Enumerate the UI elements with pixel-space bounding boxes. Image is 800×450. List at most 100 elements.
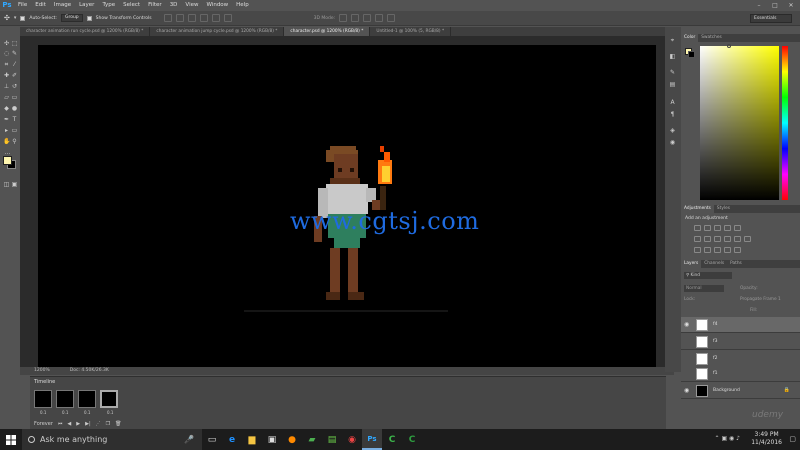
tab-channels[interactable]: Channels (701, 260, 727, 268)
windows-start-button[interactable] (0, 429, 22, 450)
menu-edit[interactable]: Edit (31, 0, 50, 11)
menu-3d[interactable]: 3D (166, 0, 182, 11)
align-left-icon[interactable] (199, 14, 208, 22)
color-picker-field[interactable] (700, 46, 779, 200)
frame-thumbnail-selected[interactable] (100, 390, 118, 408)
eyedropper-icon[interactable]: ⁄ (11, 61, 18, 68)
tool-preset-chevron-icon[interactable]: ▾ (14, 15, 17, 21)
levels-icon[interactable] (704, 225, 711, 231)
frame-thumbnail[interactable] (78, 390, 96, 408)
brush-panel-icon[interactable]: ✎ (669, 69, 676, 76)
posterize-icon[interactable] (704, 247, 711, 253)
notifications-icon[interactable]: ▢ (789, 435, 796, 443)
visibility-eye-icon[interactable]: ◉ (684, 321, 689, 328)
delete-frame-icon[interactable]: 🗑 (115, 421, 121, 427)
photoshop-taskbar-icon[interactable]: Ps (362, 429, 382, 450)
close-icon[interactable]: ✕ (784, 0, 798, 11)
minimize-icon[interactable]: – (752, 0, 766, 11)
menu-type[interactable]: Type (98, 0, 119, 11)
first-frame-icon[interactable]: ⏮ (58, 421, 63, 427)
hue-sat-icon[interactable] (694, 236, 701, 242)
layer-row[interactable]: f3 (681, 334, 800, 350)
crop-tool-icon[interactable]: ⌗ (3, 61, 10, 68)
move-tool-icon[interactable]: ✣ (4, 14, 10, 22)
photos-icon[interactable]: ▰ (302, 429, 322, 450)
tab-run-cycle[interactable]: character animation run cycle.psd @ 1200… (20, 27, 151, 36)
lasso-tool-icon[interactable]: ◌ (3, 50, 10, 57)
chrome-icon[interactable]: ◉ (342, 429, 362, 450)
prev-frame-icon[interactable]: ◀ (67, 421, 71, 427)
layer-row[interactable]: f1 (681, 366, 800, 382)
color-picker-cursor[interactable] (727, 44, 731, 48)
menu-layer[interactable]: Layer (75, 0, 98, 11)
frame-thumbnail[interactable] (56, 390, 74, 408)
frame-delay[interactable]: 0.1 (107, 410, 113, 415)
layer-row-background[interactable]: ◉ Background 🔒 (681, 383, 800, 399)
firefox-icon[interactable]: ● (282, 429, 302, 450)
path-select-icon[interactable]: ▸ (3, 127, 10, 134)
brush-tool-icon[interactable]: ✐ (11, 72, 18, 79)
layer-name[interactable]: f1 (713, 371, 717, 376)
layer-filter-kind[interactable]: ⚲ Kind (684, 272, 732, 279)
layer-name[interactable]: f4 (713, 322, 717, 327)
shape-tool-icon[interactable]: ▭ (11, 127, 18, 134)
tab-paths[interactable]: Paths (727, 260, 745, 268)
cortana-search[interactable]: Ask me anything 🎤 (22, 429, 202, 450)
brightness-icon[interactable] (694, 225, 701, 231)
quick-select-icon[interactable]: ✎ (11, 50, 18, 57)
spreadsheet-app-icon[interactable]: ▤ (322, 429, 342, 450)
dodge-tool-icon[interactable]: ● (11, 105, 18, 112)
channel-mixer-icon[interactable] (734, 236, 741, 242)
history-brush-icon[interactable]: ↺ (11, 83, 18, 90)
maximize-icon[interactable]: □ (768, 0, 782, 11)
align-hcenter-icon[interactable] (211, 14, 220, 22)
foreground-color-swatch[interactable] (3, 156, 12, 165)
history-panel-icon[interactable]: ⌖ (669, 37, 676, 44)
tab-jump-cycle[interactable]: character animation jump cycle.psd @ 120… (150, 27, 285, 36)
zoom-tool-icon[interactable]: ⚲ (11, 138, 18, 145)
layer-name[interactable]: f2 (713, 356, 717, 361)
camtasia-icon[interactable]: C (382, 429, 402, 450)
align-right-icon[interactable] (223, 14, 232, 22)
3d-roll-icon[interactable] (351, 14, 360, 22)
tab-swatches[interactable]: Swatches (698, 34, 725, 42)
blur-tool-icon[interactable]: ◆ (3, 105, 10, 112)
microphone-icon[interactable]: 🎤 (184, 435, 194, 444)
file-explorer-icon[interactable]: ▆ (242, 429, 262, 450)
system-clock[interactable]: 3:49 PM 11/4/2016 (751, 431, 782, 447)
character-panel-icon[interactable]: A (669, 99, 676, 106)
hand-tool-icon[interactable]: ✋ (3, 138, 10, 145)
tab-layers[interactable]: Layers (681, 260, 702, 268)
tray-icons[interactable]: ⌃ ▣ ◉ ♪ (715, 435, 740, 442)
quick-mask-icon[interactable]: ◫ (3, 181, 10, 188)
layer-row[interactable]: f2 (681, 351, 800, 367)
layer-name[interactable]: f3 (713, 339, 717, 344)
play-icon[interactable]: ▶ (76, 421, 80, 427)
marquee-tool-icon[interactable]: ⬚ (11, 40, 18, 47)
3d-rotate-icon[interactable] (339, 14, 348, 22)
eraser-tool-icon[interactable]: ▱ (3, 94, 10, 101)
menu-file[interactable]: File (14, 0, 31, 11)
next-frame-icon[interactable]: ▶| (85, 421, 91, 427)
measurement-icon[interactable]: ◉ (669, 139, 676, 146)
healing-brush-icon[interactable]: ✚ (3, 72, 10, 79)
store-icon[interactable]: ▣ (262, 429, 282, 450)
threshold-icon[interactable] (714, 247, 721, 253)
invert-icon[interactable] (694, 247, 701, 253)
vibrance-icon[interactable] (734, 225, 741, 231)
workspace-switcher[interactable]: Essentials (750, 14, 792, 23)
layer-name[interactable]: Background (713, 388, 740, 393)
edge-browser-icon[interactable]: e (222, 429, 242, 450)
auto-select-dropdown[interactable]: Group (60, 14, 83, 22)
tab-adjustments[interactable]: Adjustments (681, 205, 714, 213)
paragraph-panel-icon[interactable]: ¶ (669, 111, 676, 118)
menu-select[interactable]: Select (119, 0, 144, 11)
align-top-icon[interactable] (163, 14, 172, 22)
zoom-level[interactable]: 1200% (34, 367, 50, 375)
curves-icon[interactable] (714, 225, 721, 231)
align-bottom-icon[interactable] (187, 14, 196, 22)
menu-window[interactable]: Window (202, 0, 232, 11)
selective-color-icon[interactable] (734, 247, 741, 253)
color-lookup-icon[interactable] (744, 236, 751, 242)
duplicate-frame-icon[interactable]: ❐ (106, 421, 110, 427)
